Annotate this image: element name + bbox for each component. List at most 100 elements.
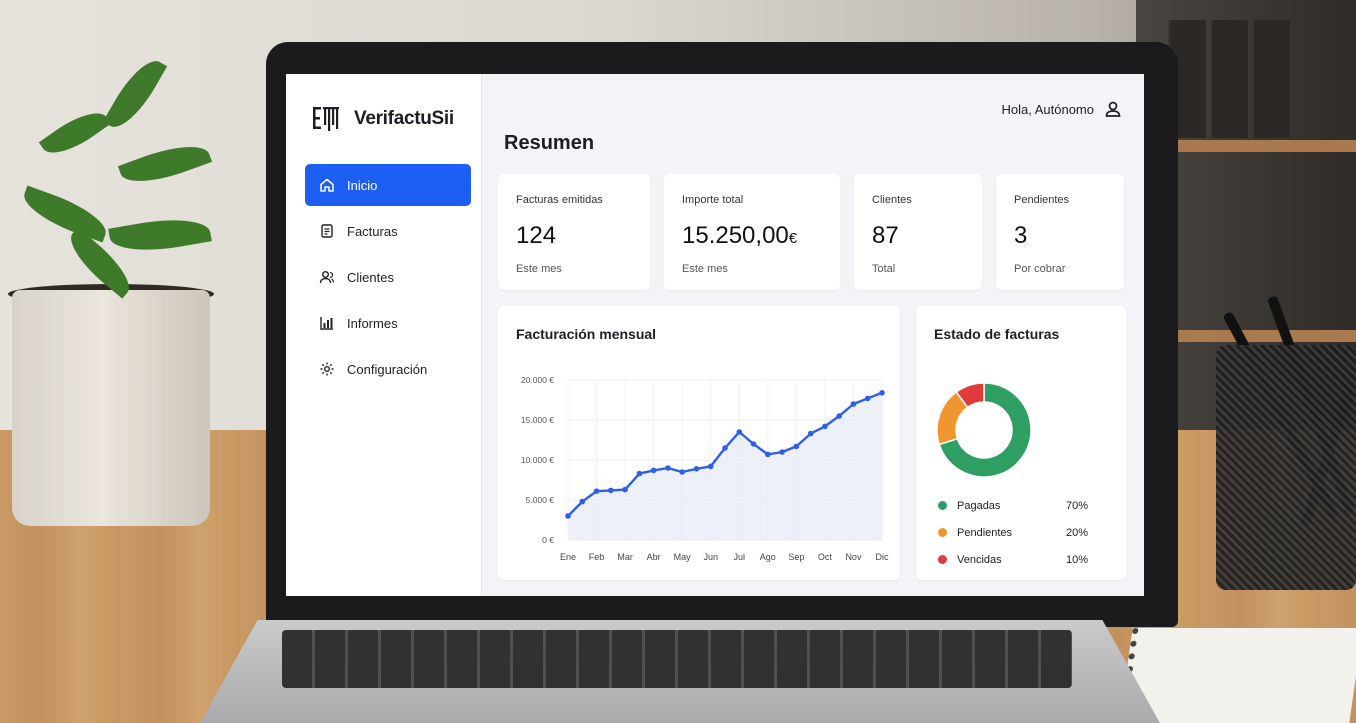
- data-point[interactable]: [750, 441, 757, 447]
- legend-dot: [938, 501, 947, 510]
- stat-label: Importe total: [682, 194, 744, 206]
- x-tick-label: Sep: [788, 552, 804, 562]
- stat-value: 87: [872, 222, 899, 249]
- data-point[interactable]: [650, 467, 657, 474]
- sidebar-item-label: Informes: [347, 315, 398, 331]
- data-point[interactable]: [850, 401, 857, 407]
- monthly-billing-card: Facturación mensual 0 €5.000 €10.000 €15…: [498, 306, 900, 580]
- stat-sub: Total: [872, 263, 896, 275]
- chart-legend: Pagadas 70% Pendientes 20% Vencidas 10%: [938, 492, 1088, 573]
- data-point[interactable]: [822, 423, 828, 430]
- y-tick-label: 15.000 €: [521, 415, 554, 425]
- stat-sub: Este mes: [516, 263, 562, 275]
- y-tick-label: 0 €: [542, 535, 554, 545]
- data-point[interactable]: [707, 463, 714, 470]
- home-icon: [320, 178, 334, 192]
- chart-bar-icon: [320, 317, 333, 330]
- greeting: Hola, Autónomo: [1001, 101, 1094, 117]
- data-point[interactable]: [579, 498, 586, 505]
- data-point[interactable]: [736, 429, 743, 435]
- x-tick-label: Feb: [589, 552, 605, 562]
- legend-item-vencidas: Vencidas 10%: [938, 546, 1088, 573]
- data-point[interactable]: [608, 487, 614, 494]
- x-tick-label: Abr: [647, 552, 661, 562]
- stat-card-facturas: Facturas emitidas 124 Este mes: [498, 174, 650, 290]
- data-point[interactable]: [879, 390, 885, 396]
- y-tick-label: 20.000 €: [521, 375, 554, 385]
- x-tick-label: May: [674, 552, 692, 562]
- data-point[interactable]: [622, 486, 628, 493]
- invoice-icon: [321, 224, 333, 238]
- data-point[interactable]: [693, 466, 700, 472]
- legend-dot: [938, 528, 947, 537]
- stat-value: 15.250,00€: [682, 222, 798, 249]
- sidebar-item-configuracion[interactable]: Configuración: [305, 348, 471, 390]
- data-point[interactable]: [679, 469, 685, 475]
- notebook: [1119, 628, 1356, 723]
- data-point[interactable]: [793, 443, 800, 450]
- data-point[interactable]: [722, 445, 728, 451]
- sidebar-item-inicio[interactable]: Inicio: [305, 164, 471, 206]
- laptop-screen: VerifactuSii Inicio Facturas Clientes In…: [286, 74, 1144, 596]
- data-point[interactable]: [807, 430, 814, 437]
- x-tick-label: Dic: [876, 552, 889, 562]
- shelf-board: [1156, 330, 1356, 342]
- stat-card-pendientes: Pendientes 3 Por cobrar: [996, 174, 1124, 290]
- stat-sub: Por cobrar: [1014, 263, 1066, 275]
- user-menu[interactable]: Hola, Autónomo: [1001, 100, 1122, 118]
- data-point[interactable]: [636, 470, 643, 477]
- data-point[interactable]: [836, 413, 842, 419]
- sidebar-item-label: Configuración: [347, 361, 428, 377]
- pen-cup: [1216, 345, 1356, 590]
- stat-sub: Este mes: [682, 263, 728, 275]
- sidebar-item-label: Inicio: [347, 177, 378, 193]
- legend-item-pagadas: Pagadas 70%: [938, 492, 1088, 519]
- x-tick-label: Ago: [760, 552, 776, 562]
- laptop-keyboard: [282, 630, 1072, 688]
- currency-unit: €: [788, 230, 798, 247]
- gear-icon: [320, 362, 334, 376]
- stat-label: Clientes: [872, 194, 912, 206]
- sidebar-item-clientes[interactable]: Clientes: [305, 256, 471, 298]
- brand-name: VerifactuSii: [354, 108, 454, 129]
- shelf-board: [1156, 140, 1356, 152]
- sidebar-nav: Inicio Facturas Clientes Informes Config…: [305, 164, 471, 394]
- sidebar-item-informes[interactable]: Informes: [305, 302, 471, 344]
- data-point[interactable]: [593, 488, 600, 494]
- binder: [1252, 20, 1290, 138]
- plant-pot: [12, 290, 210, 526]
- legend-value: 70%: [1065, 499, 1088, 512]
- series-area: [568, 392, 882, 540]
- stat-card-clientes: Clientes 87 Total: [854, 174, 982, 290]
- legend-label: Vencidas: [957, 553, 1002, 566]
- users-icon: [319, 271, 335, 284]
- sidebar: VerifactuSii Inicio Facturas Clientes In…: [286, 74, 482, 596]
- stat-label: Facturas emitidas: [516, 194, 603, 206]
- sidebar-item-facturas[interactable]: Facturas: [305, 210, 471, 252]
- page-title: Resumen: [504, 132, 595, 154]
- legend-item-pendientes: Pendientes 20%: [938, 519, 1088, 546]
- x-tick-label: Mar: [617, 552, 633, 562]
- line-chart: 0 € 5.000 € 10.000 € 15.000 € 20.000 € Ene Feb…: [521, 375, 889, 562]
- y-tick-label: 5.000 €: [526, 495, 555, 505]
- legend-value: 10%: [1065, 553, 1088, 566]
- stat-card-importe: Importe total 15.250,00€ Este mes: [664, 174, 840, 290]
- sidebar-item-label: Clientes: [347, 269, 394, 285]
- x-tick-label: Oct: [818, 552, 833, 562]
- invoice-status-card: Estado de facturas Pagadas 70% Pendiente…: [916, 306, 1126, 580]
- brand[interactable]: VerifactuSii: [312, 104, 454, 134]
- legend-value: 20%: [1065, 526, 1088, 539]
- legend-label: Pagadas: [957, 499, 1001, 512]
- data-point[interactable]: [864, 395, 871, 402]
- data-point[interactable]: [765, 451, 771, 458]
- data-point[interactable]: [565, 513, 571, 519]
- donut-chart: [936, 382, 1032, 478]
- data-point[interactable]: [779, 449, 785, 455]
- x-tick-label: Ene: [560, 552, 576, 562]
- data-point[interactable]: [665, 465, 671, 471]
- x-tick-label: Jul: [734, 552, 746, 562]
- y-tick-label: 10.000 €: [521, 455, 554, 465]
- legend-label: Pendientes: [957, 526, 1013, 539]
- x-tick-label: Jun: [703, 552, 718, 562]
- stat-value: 124: [516, 222, 557, 249]
